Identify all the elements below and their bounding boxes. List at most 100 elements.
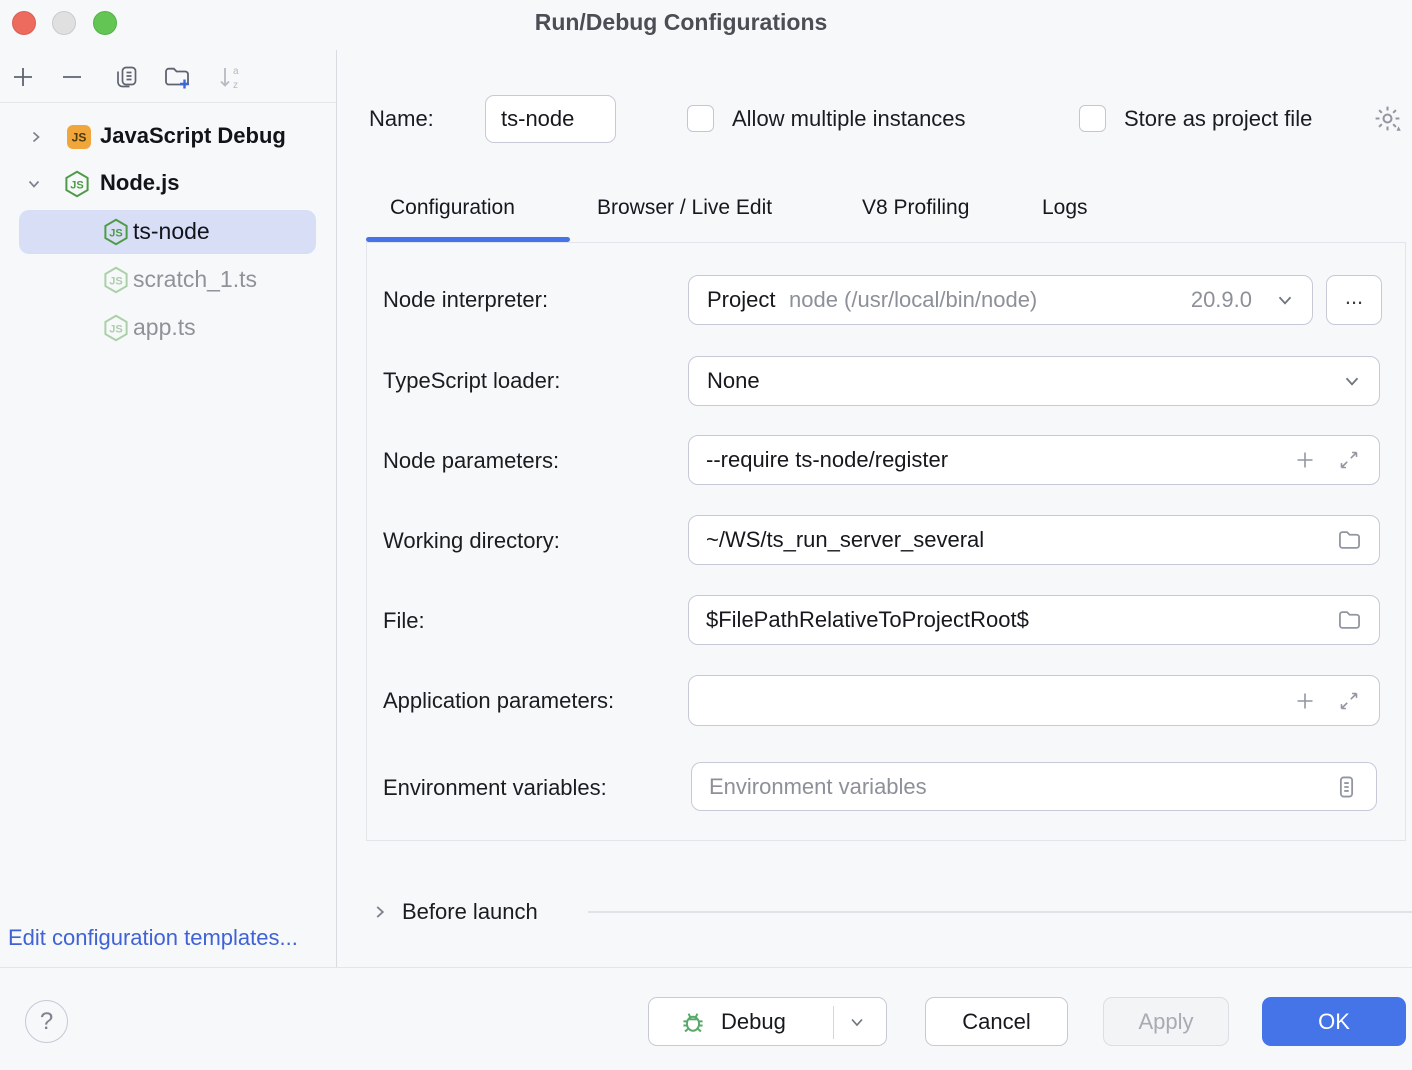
svg-text:JS: JS (70, 180, 83, 192)
nodejs-icon-faded: JS (101, 313, 131, 343)
environment-variables-label: Environment variables: (383, 775, 607, 801)
add-macro-button[interactable] (1293, 448, 1317, 472)
allow-multiple-instances-label[interactable]: Allow multiple instances (732, 106, 966, 132)
folder-icon (1336, 607, 1363, 634)
remove-configuration-button[interactable] (59, 64, 85, 90)
tree-group-nodejs[interactable]: JS Node.js (0, 162, 336, 206)
tab-v8-profiling[interactable]: V8 Profiling (862, 196, 969, 220)
file-label: File: (383, 608, 425, 634)
plus-icon (1293, 689, 1317, 713)
node-interpreter-combobox[interactable]: Project node (/usr/local/bin/node) 20.9.… (688, 275, 1313, 325)
svg-text:z: z (233, 80, 238, 90)
chevron-right-icon (371, 903, 389, 921)
svg-text:JS: JS (109, 228, 122, 240)
gear-icon (1372, 103, 1403, 134)
copy-configuration-button[interactable] (113, 64, 139, 90)
before-launch-expander[interactable] (371, 903, 389, 921)
tree-item-label: scratch_1.ts (133, 266, 257, 293)
plus-icon (1293, 448, 1317, 472)
tree-item-app-ts[interactable]: JS app.ts (0, 306, 336, 350)
titlebar: Run/Debug Configurations (0, 0, 1412, 48)
before-launch-separator (588, 911, 1412, 913)
chevron-down-icon[interactable] (26, 176, 42, 192)
edit-environment-variables-button[interactable] (1333, 773, 1360, 800)
add-configuration-button[interactable] (10, 64, 36, 90)
tree-group-label: Node.js (100, 170, 179, 196)
file-field (688, 595, 1380, 645)
store-settings-gear-button[interactable] (1372, 103, 1403, 134)
variables-list-icon (1333, 773, 1360, 800)
help-button[interactable]: ? (25, 1000, 68, 1043)
store-as-project-file-checkbox[interactable] (1079, 105, 1106, 132)
nodejs-icon: JS (62, 169, 92, 199)
tree-item-ts-node[interactable]: JS ts-node (0, 210, 336, 254)
node-parameters-label: Node parameters: (383, 448, 559, 474)
node-parameters-input[interactable] (689, 436, 1379, 484)
nodejs-icon-faded: JS (101, 265, 131, 295)
before-launch-label[interactable]: Before launch (402, 899, 538, 925)
ok-button[interactable]: OK (1262, 997, 1406, 1046)
node-parameters-field (688, 435, 1380, 485)
folder-icon (1336, 527, 1363, 554)
interpreter-more-button[interactable]: ... (1326, 275, 1382, 325)
allow-multiple-instances-checkbox[interactable] (687, 105, 714, 132)
debug-button-label: Debug (721, 1009, 786, 1035)
working-directory-label: Working directory: (383, 528, 560, 554)
interpreter-selection: Project (707, 276, 775, 324)
tab-browser-live-edit[interactable]: Browser / Live Edit (597, 196, 772, 220)
question-mark-icon: ? (40, 1008, 53, 1036)
debug-split-button[interactable]: Debug (648, 997, 887, 1046)
sidebar-divider (336, 50, 337, 967)
application-parameters-label: Application parameters: (383, 688, 614, 714)
svg-text:JS: JS (109, 324, 122, 336)
expand-field-button[interactable] (1337, 448, 1361, 472)
environment-variables-field (691, 762, 1377, 811)
browse-folder-button[interactable] (1336, 527, 1363, 554)
new-folder-icon (162, 62, 192, 92)
application-parameters-field (688, 675, 1380, 726)
typescript-loader-label: TypeScript loader: (383, 368, 560, 394)
expand-icon (1337, 689, 1361, 713)
svg-text:JS: JS (72, 131, 87, 145)
javascript-file-icon: JS (66, 124, 92, 150)
name-label: Name: (369, 106, 434, 132)
svg-text:a: a (233, 66, 239, 77)
edit-configuration-templates-link[interactable]: Edit configuration templates... (8, 925, 298, 951)
chevron-down-icon (847, 1012, 867, 1032)
svg-text:JS: JS (109, 276, 122, 288)
debug-options-chevron[interactable] (847, 1012, 867, 1032)
application-parameters-input[interactable] (689, 676, 1379, 725)
working-directory-field (688, 515, 1380, 565)
file-input[interactable] (689, 596, 1379, 644)
sidebar-toolbar-separator (0, 102, 336, 103)
sort-alphabetically-icon: a z (217, 64, 243, 90)
debug-bug-icon (679, 1008, 707, 1036)
interpreter-path: node (/usr/local/bin/node) (789, 276, 1037, 324)
name-input[interactable] (485, 95, 616, 143)
plus-icon (10, 64, 36, 90)
browse-folder-button[interactable] (1336, 607, 1363, 634)
typescript-loader-select[interactable]: None (688, 356, 1380, 406)
working-directory-input[interactable] (689, 516, 1379, 564)
tree-item-scratch-1-ts[interactable]: JS scratch_1.ts (0, 258, 336, 302)
chevron-right-icon[interactable] (28, 129, 44, 145)
cancel-button[interactable]: Cancel (925, 997, 1068, 1046)
expand-field-button[interactable] (1337, 689, 1361, 713)
new-folder-button[interactable] (162, 62, 192, 92)
environment-variables-input[interactable] (692, 763, 1376, 810)
minus-icon (59, 64, 85, 90)
sort-configurations-button[interactable]: a z (217, 64, 243, 90)
tree-group-javascript-debug[interactable]: JS JavaScript Debug (0, 115, 336, 159)
copy-icon (113, 64, 139, 90)
split-button-divider (833, 1006, 834, 1039)
typescript-loader-value: None (707, 357, 760, 405)
dialog-title: Run/Debug Configurations (0, 9, 1362, 36)
tree-item-label: app.ts (133, 314, 196, 341)
tree-group-label: JavaScript Debug (100, 123, 286, 149)
tab-configuration[interactable]: Configuration (390, 196, 515, 220)
apply-button[interactable]: Apply (1103, 997, 1229, 1046)
tab-logs[interactable]: Logs (1042, 196, 1088, 220)
tree-item-label: ts-node (133, 218, 210, 245)
add-macro-button[interactable] (1293, 689, 1317, 713)
store-as-project-file-label[interactable]: Store as project file (1124, 106, 1312, 132)
